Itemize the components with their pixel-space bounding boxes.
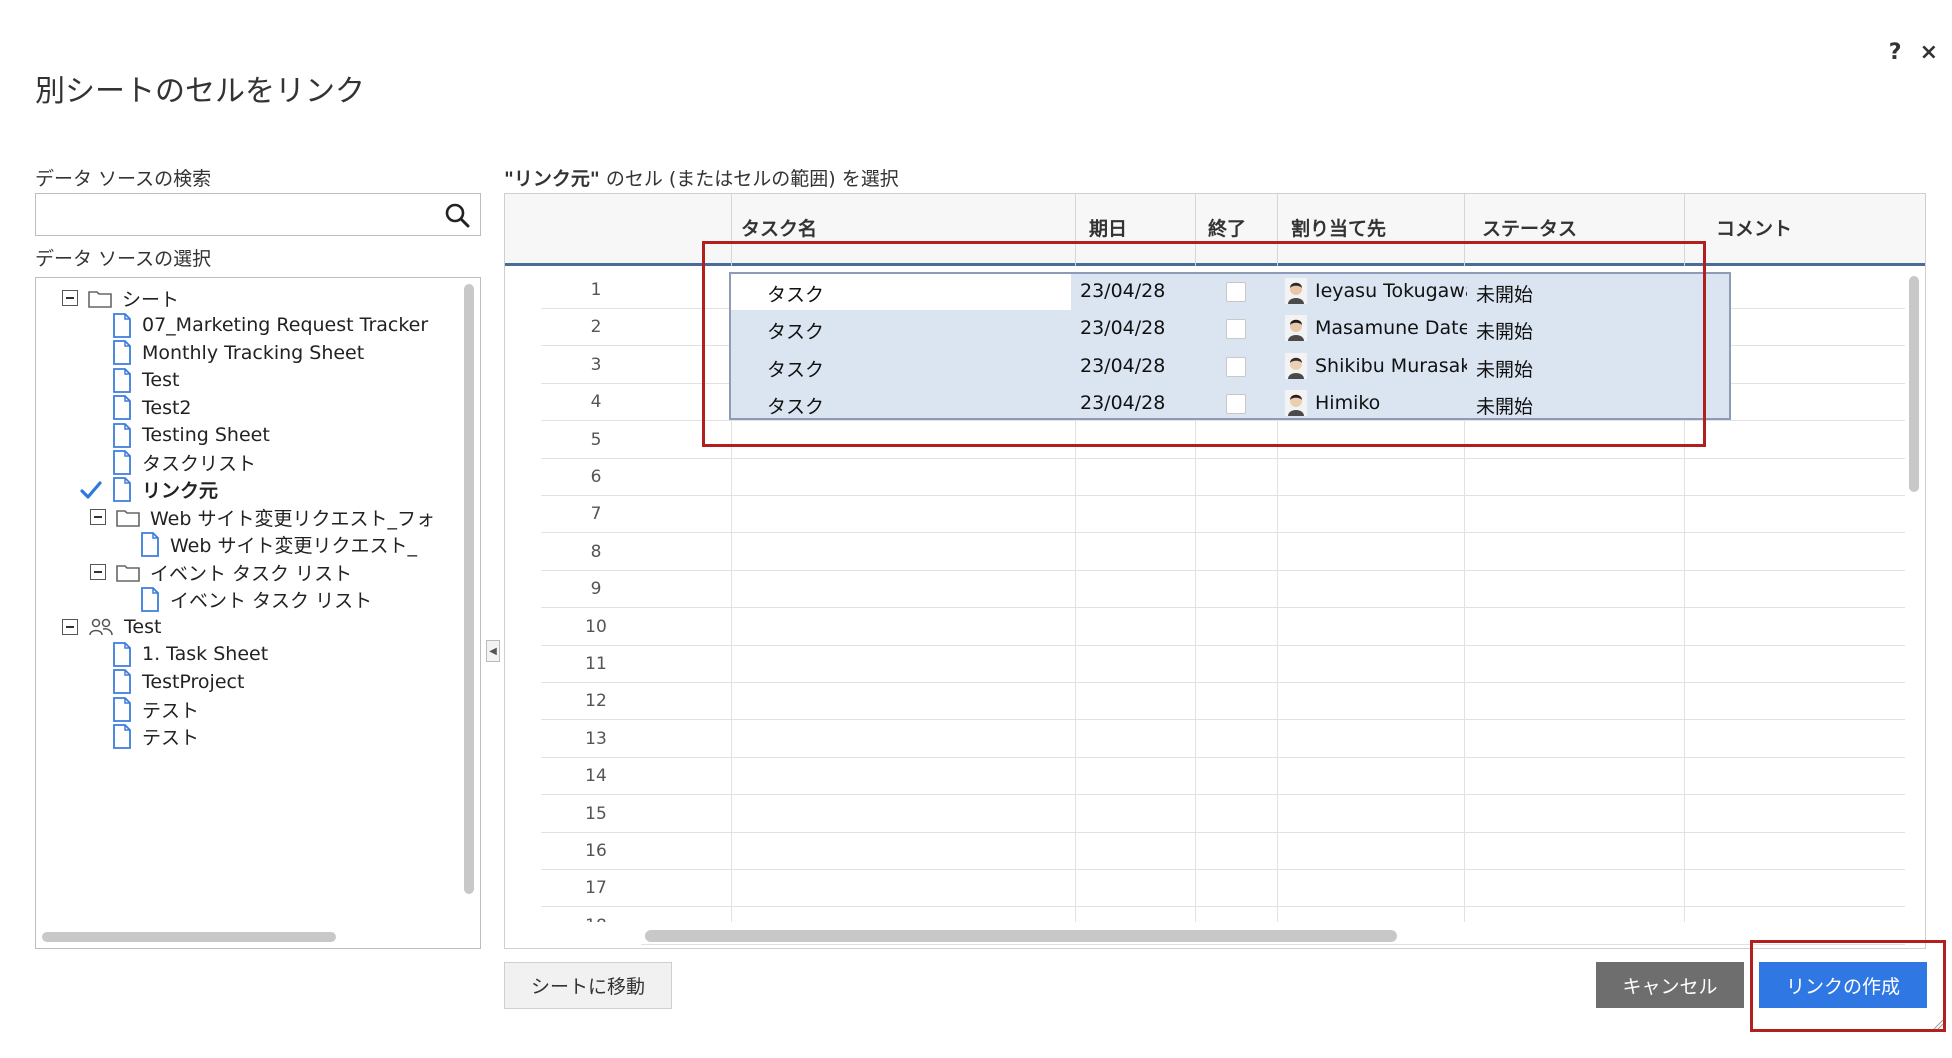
- grid-scroll-gutter: [541, 922, 641, 948]
- row-number[interactable]: 9: [541, 571, 651, 608]
- move-to-sheet-button[interactable]: シートに移動: [504, 962, 672, 1009]
- grid-horizontal-scrollbar[interactable]: [645, 930, 1397, 942]
- row-number[interactable]: 2: [541, 309, 651, 346]
- tree-item-sheet[interactable]: イベント タスク リスト: [140, 582, 372, 616]
- tree-item-label: Test: [142, 369, 180, 392]
- dialog-title: 別シートのセルをリンク: [35, 74, 365, 109]
- collapse-toggle[interactable]: [62, 618, 78, 635]
- tree-item-label: TestProject: [142, 670, 245, 693]
- row-number[interactable]: 1: [541, 272, 651, 309]
- table-row[interactable]: 8: [541, 534, 1905, 571]
- sheet-icon: [113, 395, 131, 420]
- grid-label-sheet: "リンク元": [504, 168, 600, 190]
- table-row[interactable]: 15: [541, 796, 1905, 833]
- grid-label: "リンク元" のセル (またはセルの範囲) を選択: [504, 164, 899, 191]
- row-number[interactable]: 5: [541, 422, 651, 459]
- sheet-icon: [113, 723, 131, 749]
- table-row[interactable]: 9: [541, 571, 1905, 609]
- row-number[interactable]: 8: [541, 534, 651, 571]
- grid-label-text: のセル (またはセルの範囲) を選択: [599, 168, 899, 190]
- help-icon[interactable]: ?: [1889, 40, 1902, 65]
- tree-vertical-scrollbar[interactable]: [464, 284, 474, 894]
- sheet-icon: [113, 449, 131, 475]
- data-source-search: [35, 193, 481, 236]
- table-row[interactable]: 6: [541, 459, 1905, 496]
- column-header[interactable]: 期日: [1089, 214, 1127, 241]
- resize-grip-icon[interactable]: [1932, 1018, 1944, 1030]
- sheet-icon: [113, 669, 131, 694]
- close-icon[interactable]: ×: [1920, 40, 1938, 65]
- checkmark-icon: [80, 481, 102, 499]
- sheet-icon: [113, 367, 131, 393]
- dialog-controls: ? ×: [1889, 40, 1938, 65]
- tree-item-sheet[interactable]: テスト: [112, 719, 199, 753]
- column-header[interactable]: コメント: [1716, 214, 1792, 241]
- column-header[interactable]: ステータス: [1482, 214, 1577, 241]
- sheet-icon: [113, 641, 131, 667]
- panel-collapse-handle[interactable]: ◀: [486, 640, 500, 662]
- row-number[interactable]: 14: [541, 758, 651, 795]
- data-source-tree: シート 07_Marketing Request Tracker Monthly T…: [35, 277, 481, 949]
- row-number[interactable]: 13: [541, 721, 651, 758]
- search-input[interactable]: [36, 194, 436, 235]
- table-row[interactable]: 11: [541, 646, 1905, 683]
- collapse-toggle[interactable]: [62, 290, 78, 306]
- tree-item-label: 07_Marketing Request Tracker: [142, 314, 429, 337]
- table-row[interactable]: 14: [541, 758, 1905, 796]
- tree-item-label: Test: [124, 615, 162, 638]
- row-number[interactable]: 3: [541, 347, 651, 384]
- grid-vertical-scrollbar[interactable]: [1909, 276, 1919, 492]
- column-header[interactable]: 終了: [1208, 214, 1246, 241]
- sheet-icon: [141, 532, 159, 557]
- search-icon[interactable]: [444, 202, 470, 228]
- collapse-toggle[interactable]: [90, 564, 106, 580]
- tree-item-label: 1. Task Sheet: [142, 643, 269, 666]
- collapse-toggle[interactable]: [90, 509, 106, 526]
- sheet-icon: [113, 422, 131, 448]
- row-number[interactable]: 6: [541, 459, 651, 496]
- row-number[interactable]: 10: [541, 609, 651, 646]
- sheet-icon: [113, 477, 131, 503]
- sheet-icon: [113, 312, 131, 338]
- table-row[interactable]: 10: [541, 609, 1905, 646]
- tree-item-label: Testing Sheet: [142, 424, 270, 446]
- row-number[interactable]: 15: [541, 796, 651, 833]
- tree-item-label: Monthly Tracking Sheet: [142, 341, 365, 364]
- row-number[interactable]: 4: [541, 384, 651, 421]
- table-row[interactable]: 17: [541, 870, 1905, 908]
- sheet-icon: [113, 340, 131, 366]
- row-number[interactable]: 12: [541, 683, 651, 720]
- row-number[interactable]: 11: [541, 646, 651, 683]
- select-label: データ ソースの選択: [35, 248, 212, 270]
- table-row[interactable]: 7: [541, 496, 1905, 534]
- tree-item-label: イベント タスク リスト: [170, 589, 373, 612]
- row-number[interactable]: 16: [541, 833, 651, 870]
- create-link-button[interactable]: リンクの作成: [1759, 962, 1927, 1008]
- tree-item-label: Test2: [142, 396, 192, 419]
- cancel-button[interactable]: キャンセル: [1596, 962, 1744, 1008]
- folder-icon: [88, 291, 112, 308]
- search-label: データ ソースの検索: [35, 168, 212, 190]
- workspace-icon: [89, 618, 113, 635]
- highlight-range-box: [702, 241, 1706, 447]
- tree-item-label: テスト: [142, 726, 200, 749]
- sheet-icon: [141, 586, 159, 612]
- column-header[interactable]: 割り当て先: [1291, 214, 1386, 241]
- folder-icon: [116, 510, 140, 527]
- table-row[interactable]: 12: [541, 683, 1905, 721]
- row-number[interactable]: 17: [541, 870, 651, 907]
- sheet-icon: [113, 696, 131, 722]
- tree-horizontal-scrollbar[interactable]: [42, 932, 336, 942]
- table-row[interactable]: 13: [541, 721, 1905, 758]
- table-row[interactable]: 16: [541, 833, 1905, 870]
- row-number[interactable]: 7: [541, 496, 651, 533]
- column-header[interactable]: タスク名: [741, 214, 817, 241]
- folder-icon: [116, 565, 140, 582]
